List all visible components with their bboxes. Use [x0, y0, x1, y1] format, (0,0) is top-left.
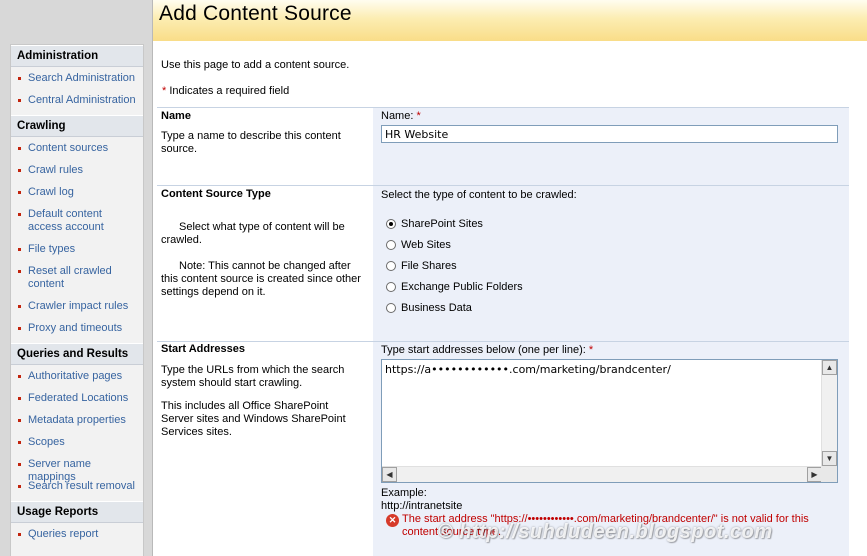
radio-label: Business Data — [401, 302, 472, 314]
nav-group-heading[interactable]: Queries and Results — [11, 343, 143, 365]
page-title-bar: Add Content Source — [153, 0, 867, 41]
start-address-value: https://a••••••••••••.com/marketing/bran… — [385, 363, 671, 376]
radio-option-exchange-public-folders[interactable]: Exchange Public Folders — [386, 279, 523, 295]
radio-option-sharepoint-sites[interactable]: SharePoint Sites — [386, 216, 483, 232]
vertical-scrollbar[interactable]: ▲ ▼ — [821, 360, 837, 466]
required-note: * Indicates a required field — [162, 85, 289, 98]
required-star: * — [162, 85, 167, 97]
nav-link-scopes[interactable]: Scopes — [11, 433, 143, 455]
address-label-text: Type start addresses below (one per line… — [381, 344, 586, 356]
scroll-down-icon[interactable]: ▼ — [822, 451, 837, 466]
radio-button[interactable] — [386, 240, 396, 250]
radio-button[interactable] — [386, 303, 396, 313]
quick-launch-nav: Administration Search Administration Centr… — [10, 44, 144, 556]
start-addresses-textarea[interactable]: https://a••••••••••••.com/marketing/bran… — [381, 359, 838, 483]
type-prompt: Select the type of content to be crawled… — [381, 189, 577, 201]
radio-label: File Shares — [401, 260, 457, 272]
radio-button[interactable] — [386, 282, 396, 292]
type-section-note: Note: This cannot be changed after this … — [161, 260, 361, 298]
example-label: Example: — [381, 487, 427, 499]
nav-link-content-sources[interactable]: Content sources — [11, 139, 143, 161]
nav-group-list: Authoritative pages Federated Locations Me… — [11, 365, 143, 501]
scroll-up-icon[interactable]: ▲ — [822, 360, 837, 375]
name-section-title: Name — [161, 110, 191, 122]
watermark: © http://suhdudeen.blogspot.com — [438, 521, 773, 543]
nav-group-list: Content sources Crawl rules Crawl log Defau… — [11, 137, 143, 343]
left-navigation-area: Administration Search Administration Centr… — [0, 0, 153, 556]
radio-button[interactable] — [386, 261, 396, 271]
radio-option-file-shares[interactable]: File Shares — [386, 258, 457, 274]
scroll-right-icon[interactable]: ▶ — [807, 467, 822, 482]
nav-link-crawl-log[interactable]: Crawl log — [11, 183, 143, 205]
name-section-panel — [373, 108, 849, 185]
type-section-description: Select what type of content will be craw… — [161, 221, 345, 246]
radio-label: Web Sites — [401, 239, 451, 251]
address-section-title: Start Addresses — [161, 343, 245, 355]
nav-link-metadata-properties[interactable]: Metadata properties — [11, 411, 143, 433]
type-section-title: Content Source Type — [161, 188, 271, 200]
nav-link-crawler-impact-rules[interactable]: Crawler impact rules — [11, 297, 143, 319]
radio-label: Exchange Public Folders — [401, 281, 523, 293]
nav-group-heading[interactable]: Crawling — [11, 115, 143, 137]
nav-group-heading[interactable]: Administration — [11, 45, 143, 67]
nav-link-authoritative-pages[interactable]: Authoritative pages — [11, 367, 143, 389]
name-field-label: Name: * — [381, 110, 421, 123]
example-value: http://intranetsite — [381, 500, 463, 512]
address-section-description: Type the URLs from which the search syst… — [161, 364, 345, 389]
radio-button[interactable] — [386, 219, 396, 229]
nav-link-central-administration[interactable]: Central Administration — [11, 91, 143, 113]
nav-link-file-types[interactable]: File types — [11, 240, 143, 262]
intro-text: Use this page to add a content source. — [161, 59, 350, 71]
nav-link-proxy-and-timeouts[interactable]: Proxy and timeouts — [11, 319, 143, 341]
nav-link-server-name-mappings[interactable]: Server name mappings — [11, 455, 143, 483]
name-required-star: * — [416, 110, 421, 122]
nav-group-heading[interactable]: Usage Reports — [11, 501, 143, 523]
nav-link-queries-report[interactable]: Queries report — [11, 525, 143, 547]
nav-link-search-result-removal[interactable]: Search result removal — [11, 477, 143, 499]
scrollbar-corner — [821, 466, 837, 482]
nav-group-list: Queries report — [11, 523, 143, 549]
name-section-description: Type a name to describe this content sou… — [161, 130, 341, 155]
address-section-description-2: This includes all Office SharePoint Serv… — [161, 400, 346, 438]
nav-link-default-content-access-account[interactable]: Default content access account — [11, 205, 143, 240]
horizontal-scrollbar[interactable]: ◀ ▶ — [382, 466, 822, 482]
nav-link-search-administration[interactable]: Search Administration — [11, 69, 143, 91]
page-title: Add Content Source — [159, 2, 352, 25]
nav-link-reset-all-crawled-content[interactable]: Reset all crawled content — [11, 262, 143, 297]
error-icon: ✕ — [386, 514, 399, 527]
scroll-left-icon[interactable]: ◀ — [382, 467, 397, 482]
nav-link-crawl-rules[interactable]: Crawl rules — [11, 161, 143, 183]
nav-group-list: Search Administration Central Administrat… — [11, 67, 143, 115]
address-required-star: * — [588, 344, 594, 356]
radio-option-business-data[interactable]: Business Data — [386, 300, 472, 316]
radio-label: SharePoint Sites — [401, 218, 483, 230]
address-field-label: Type start addresses below (one per line… — [381, 344, 593, 357]
radio-option-web-sites[interactable]: Web Sites — [386, 237, 451, 253]
required-note-text: Indicates a required field — [169, 85, 290, 97]
name-input[interactable] — [381, 125, 838, 143]
nav-link-federated-locations[interactable]: Federated Locations — [11, 389, 143, 411]
name-label-text: Name: — [381, 110, 414, 122]
